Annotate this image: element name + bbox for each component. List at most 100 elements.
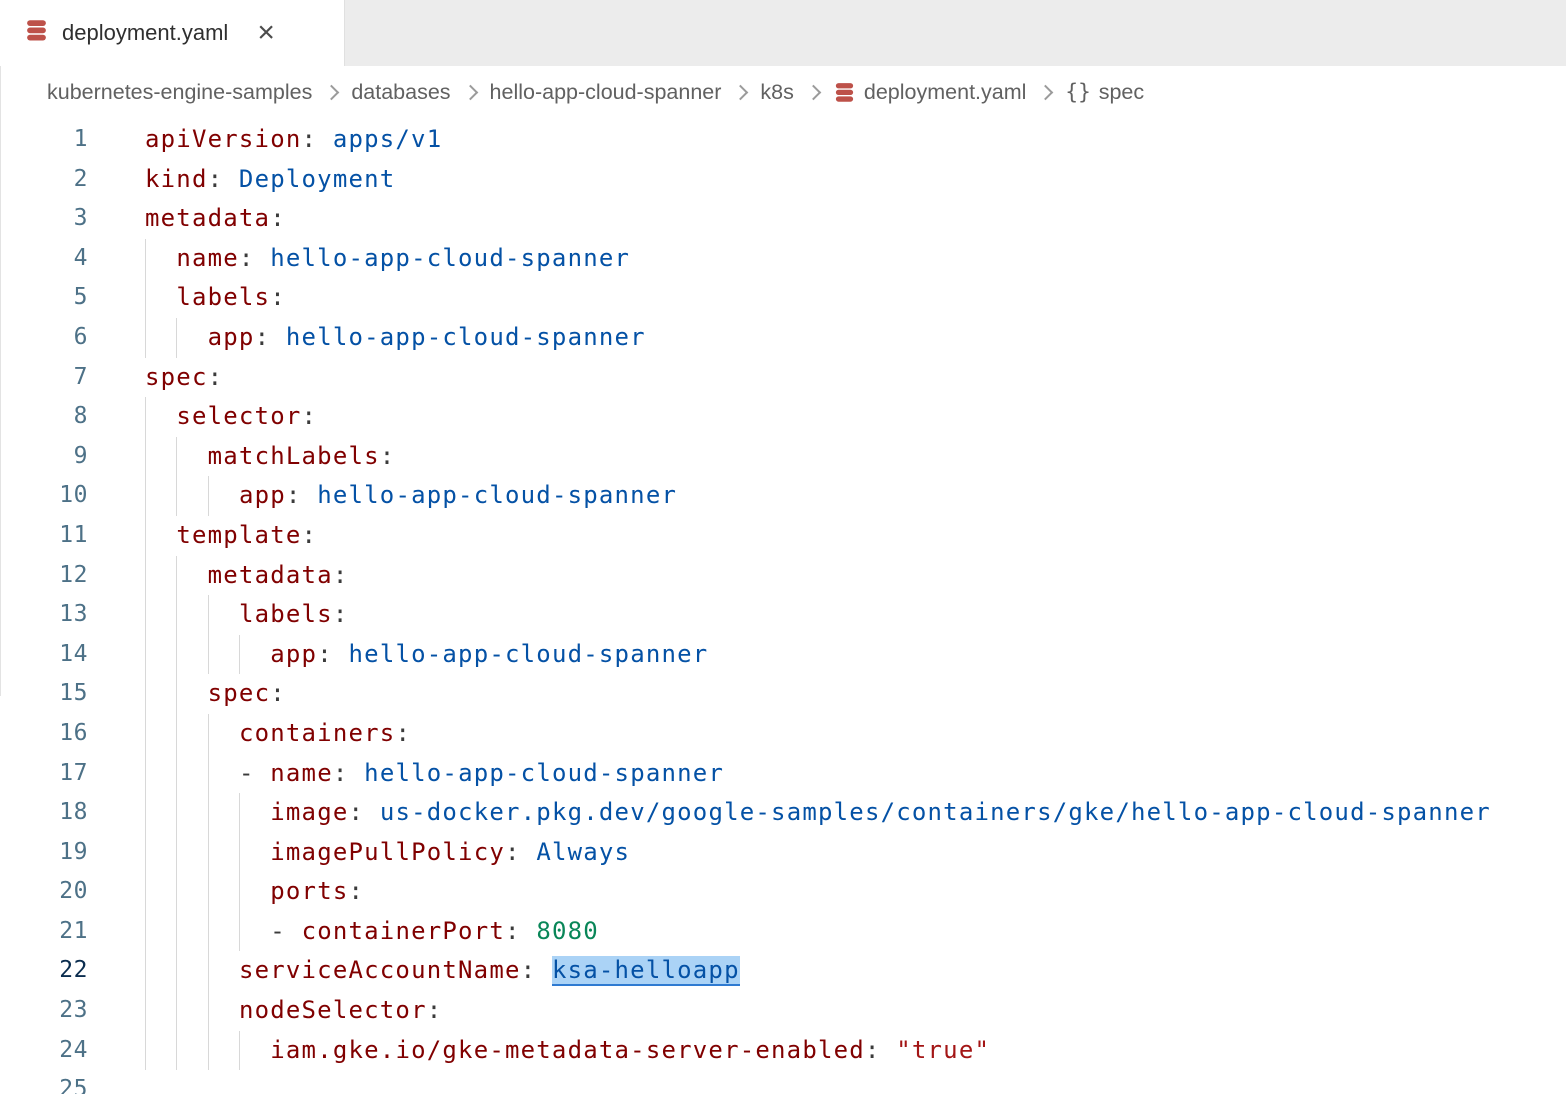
line-number: 18 (0, 793, 88, 833)
indent-guide (145, 754, 176, 794)
token: spec (208, 679, 271, 707)
token: matchLabels (208, 442, 380, 470)
code-line[interactable]: 22serviceAccountName: ksa-helloapp (0, 951, 1566, 991)
token: Deployment (239, 165, 396, 193)
code-content: name: hello-app-cloud-spanner (88, 239, 1566, 279)
token: us-docker.pkg.dev/google-samples/contain… (380, 798, 1491, 826)
token: : (427, 996, 443, 1024)
breadcrumb-item-deployment-yaml[interactable]: deployment.yaml (833, 80, 1027, 105)
tab-title: deployment.yaml (62, 20, 228, 46)
token: : (317, 640, 348, 668)
code-line[interactable]: 10app: hello-app-cloud-spanner (0, 476, 1566, 516)
code-line[interactable]: 25 (0, 1070, 1566, 1094)
indent-guide (208, 595, 239, 635)
code-line[interactable]: 13labels: (0, 595, 1566, 635)
code-line[interactable]: 17- name: hello-app-cloud-spanner (0, 754, 1566, 794)
symbol-namespace-icon: {} (1065, 80, 1090, 104)
breadcrumb-item-spec[interactable]: {}spec (1065, 80, 1144, 105)
token: : (521, 956, 552, 984)
breadcrumb-item-hello-app-cloud-spanner[interactable]: hello-app-cloud-spanner (490, 80, 722, 105)
indent-guide (176, 951, 207, 991)
code-line[interactable]: 20ports: (0, 872, 1566, 912)
token: 8080 (536, 917, 599, 945)
selected-text[interactable]: ksa-helloapp (552, 956, 740, 986)
code-line[interactable]: 24iam.gke.io/gke-metadata-server-enabled… (0, 1031, 1566, 1071)
indent-guide (176, 556, 207, 596)
indent-guide (145, 278, 176, 318)
token: hello-app-cloud-spanner (270, 244, 630, 272)
indent-guide (208, 951, 239, 991)
breadcrumb: kubernetes-engine-samples databases hello-… (0, 66, 1566, 118)
code-content: nodeSelector: (88, 991, 1566, 1031)
token: : (333, 600, 349, 628)
breadcrumb-item-kubernetes-engine-samples[interactable]: kubernetes-engine-samples (47, 80, 312, 105)
indent-guide (208, 912, 239, 952)
token: : (395, 719, 411, 747)
code-line[interactable]: 6app: hello-app-cloud-spanner (0, 318, 1566, 358)
indent-guide (208, 1031, 239, 1071)
code-line[interactable]: 8selector: (0, 397, 1566, 437)
indent-guide (208, 991, 239, 1031)
code-content: labels: (88, 595, 1566, 635)
token: hello-app-cloud-spanner (317, 481, 677, 509)
indent-guide (208, 635, 239, 675)
breadcrumb-item-k8s[interactable]: k8s (760, 80, 793, 105)
token: - (270, 917, 301, 945)
indent-guide (176, 754, 207, 794)
code-content: ports: (88, 872, 1566, 912)
token: nodeSelector (239, 996, 427, 1024)
line-number: 3 (0, 199, 88, 239)
code-content: labels: (88, 278, 1566, 318)
code-line[interactable]: 14app: hello-app-cloud-spanner (0, 635, 1566, 675)
token: kind (145, 165, 208, 193)
indent-guide (145, 476, 176, 516)
code-content: - name: hello-app-cloud-spanner (88, 754, 1566, 794)
code-line[interactable]: 18image: us-docker.pkg.dev/google-sample… (0, 793, 1566, 833)
code-line[interactable]: 12metadata: (0, 556, 1566, 596)
close-icon[interactable]: × (253, 18, 279, 48)
code-line[interactable]: 19imagePullPolicy: Always (0, 833, 1566, 873)
token: ports (270, 877, 348, 905)
token: : (270, 283, 286, 311)
code-line[interactable]: 16containers: (0, 714, 1566, 754)
code-line[interactable]: 11template: (0, 516, 1566, 556)
indent-guide (145, 951, 176, 991)
tab-bar: deployment.yaml × (0, 0, 1566, 66)
line-number: 22 (0, 951, 88, 991)
indent-guide (239, 793, 270, 833)
code-content: matchLabels: (88, 437, 1566, 477)
code-line[interactable]: 5labels: (0, 278, 1566, 318)
code-content (88, 1070, 1566, 1094)
indent-guide (239, 833, 270, 873)
indent-guide (208, 476, 239, 516)
indent-guide (145, 397, 176, 437)
code-line[interactable]: 1apiVersion: apps/v1 (0, 120, 1566, 160)
code-line[interactable]: 15spec: (0, 674, 1566, 714)
code-content: selector: (88, 397, 1566, 437)
code-line[interactable]: 3metadata: (0, 199, 1566, 239)
code-line[interactable]: 21- containerPort: 8080 (0, 912, 1566, 952)
code-content: serviceAccountName: ksa-helloapp (88, 951, 1566, 991)
tab-deployment-yaml[interactable]: deployment.yaml × (0, 0, 345, 66)
editor[interactable]: 1apiVersion: apps/v12kind: Deployment3me… (0, 118, 1566, 1094)
token: app (208, 323, 255, 351)
token: apps/v1 (333, 125, 443, 153)
indent-guide (145, 635, 176, 675)
indent-guide (208, 872, 239, 912)
code-line[interactable]: 23nodeSelector: (0, 991, 1566, 1031)
breadcrumb-item-databases[interactable]: databases (351, 80, 450, 105)
line-number: 8 (0, 397, 88, 437)
code-line[interactable]: 7spec: (0, 358, 1566, 398)
token: template (176, 521, 301, 549)
code-line[interactable]: 9matchLabels: (0, 437, 1566, 477)
line-number: 25 (0, 1070, 88, 1094)
indent-guide (176, 437, 207, 477)
chevron-right-icon (1038, 84, 1054, 100)
code-line[interactable]: 4name: hello-app-cloud-spanner (0, 239, 1566, 279)
code-content: imagePullPolicy: Always (88, 833, 1566, 873)
breadcrumb-label: kubernetes-engine-samples (47, 80, 312, 105)
code-content: app: hello-app-cloud-spanner (88, 318, 1566, 358)
code-line[interactable]: 2kind: Deployment (0, 160, 1566, 200)
token: containerPort (302, 917, 505, 945)
breadcrumb-label: deployment.yaml (864, 80, 1027, 105)
